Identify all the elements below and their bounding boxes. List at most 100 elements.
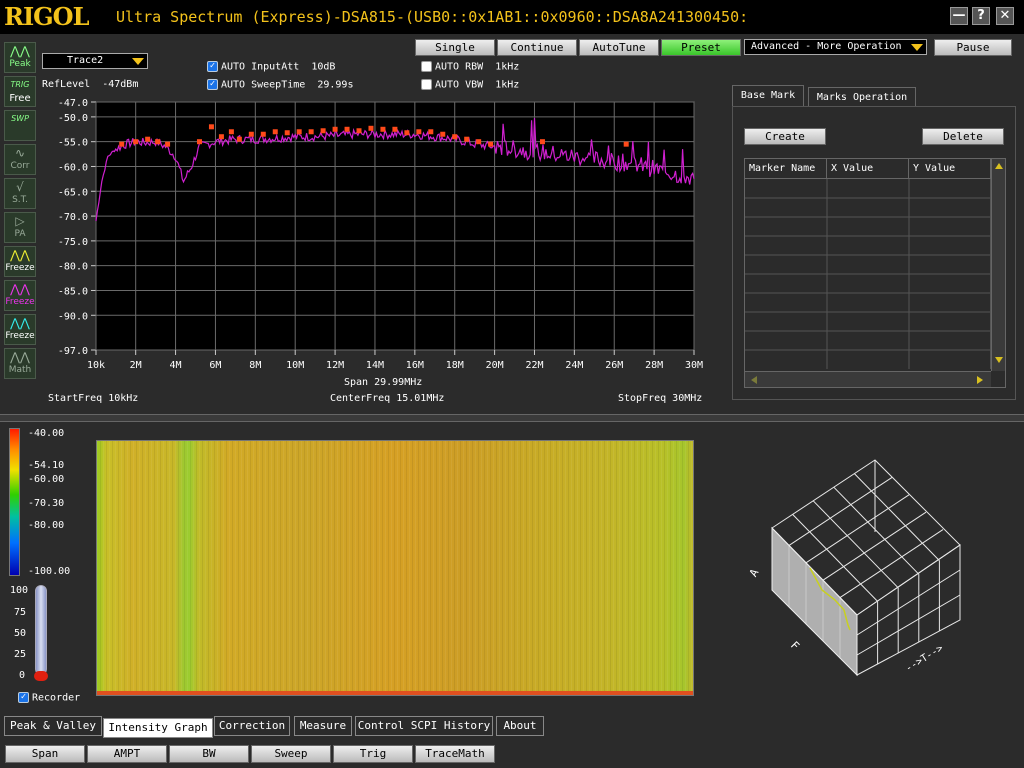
gauge-label: 75 xyxy=(14,607,27,618)
autotune-button[interactable]: AutoTune xyxy=(579,39,659,56)
table-grid xyxy=(745,179,991,369)
peak-marker xyxy=(155,139,161,145)
x-tick-label: 30M xyxy=(685,360,703,371)
peak-marker xyxy=(404,130,410,136)
delete-button[interactable]: Delete xyxy=(922,128,1004,145)
continue-button[interactable]: Continue xyxy=(497,39,577,56)
sidebar-freeze-yellow[interactable]: ⋀⋀ Freeze xyxy=(4,246,36,277)
x-tick-label: 4M xyxy=(170,360,182,371)
tab-about[interactable]: About xyxy=(496,716,544,736)
sidebar-pa[interactable]: ▷ PA xyxy=(4,212,36,243)
splitter[interactable] xyxy=(0,414,1024,422)
sidebar-trig[interactable]: TRIG Free xyxy=(4,76,36,107)
scroll-left-icon[interactable] xyxy=(751,376,757,384)
sidebar-freeze-magenta[interactable]: ⋀⋀ Freeze xyxy=(4,280,36,311)
waterfall-3d-view[interactable]: A F -->T--> xyxy=(740,450,980,690)
gauge-label: 0 xyxy=(19,670,26,681)
cube-axis-f: F xyxy=(788,639,802,653)
sweep-button[interactable]: Sweep xyxy=(251,745,331,763)
col-x-value[interactable]: X Value xyxy=(827,159,909,179)
peak-icon: ⋀⋀ xyxy=(10,44,30,58)
checkbox-icon[interactable]: ✓ xyxy=(207,79,218,90)
input-att-setting[interactable]: ✓ AUTO InputAtt 10dB xyxy=(207,61,335,73)
recorder-gauge[interactable] xyxy=(35,585,47,675)
advanced-dropdown[interactable]: Advanced - More Operation xyxy=(744,39,927,55)
gauge-bulb xyxy=(34,671,48,681)
rigol-logo: RIGOL xyxy=(4,2,89,31)
marker-table[interactable]: Marker Name X Value Y Value xyxy=(744,158,1006,388)
swp-icon: SWP xyxy=(11,114,29,123)
checkbox-icon[interactable] xyxy=(421,79,432,90)
sidebar-swp[interactable]: SWP xyxy=(4,110,36,141)
tab-intensity-graph[interactable]: Intensity Graph xyxy=(103,718,213,738)
tab-control-scpi-history[interactable]: Control SCPI History xyxy=(355,716,493,736)
peak-marker xyxy=(236,136,242,142)
tracemath-button[interactable]: TraceMath xyxy=(415,745,495,763)
col-y-value[interactable]: Y Value xyxy=(909,159,991,179)
span-label: Span 29.99MHz xyxy=(344,377,423,388)
trig-icon: TRIG xyxy=(10,80,30,89)
minimize-button[interactable]: — xyxy=(950,7,968,25)
peak-marker xyxy=(196,139,202,145)
peak-marker xyxy=(308,129,314,135)
trig-button[interactable]: Trig xyxy=(333,745,413,763)
bw-button[interactable]: BW xyxy=(169,745,249,763)
rbw-setting[interactable]: AUTO RBW 1kHz xyxy=(421,61,519,73)
span-button[interactable]: Span xyxy=(5,745,85,763)
peak-marker xyxy=(623,141,629,147)
x-tick-label: 10M xyxy=(286,360,304,371)
checkbox-icon[interactable]: ✓ xyxy=(207,61,218,72)
peak-marker xyxy=(488,141,494,147)
tab-measure[interactable]: Measure xyxy=(294,716,352,736)
peak-marker xyxy=(284,130,290,136)
help-button[interactable]: ? xyxy=(972,7,990,25)
peak-marker xyxy=(133,139,139,145)
spectrum-chart[interactable]: -47.0 -50.0 -55.0 -60.0 -65.0 -70.0 -75.0 -80.0… xyxy=(40,94,720,384)
tab-peak-valley[interactable]: Peak & Valley xyxy=(4,716,102,736)
single-button[interactable]: Single xyxy=(415,39,495,56)
checkbox-icon[interactable] xyxy=(421,61,432,72)
st-icon: √ xyxy=(16,180,24,194)
peak-marker xyxy=(320,128,326,134)
horizontal-scrollbar[interactable] xyxy=(745,371,991,387)
pause-button[interactable]: Pause xyxy=(934,39,1012,56)
sidebar-math[interactable]: ⋀⋀ Math xyxy=(4,348,36,379)
col-marker-name[interactable]: Marker Name xyxy=(745,159,827,179)
peak-marker xyxy=(476,139,482,145)
x-tick-label: 24M xyxy=(565,360,583,371)
recorder-checkbox[interactable]: ✓ Recorder xyxy=(18,692,80,704)
sidebar-corr[interactable]: ∿ Corr xyxy=(4,144,36,175)
create-button[interactable]: Create xyxy=(744,128,826,145)
ampt-button[interactable]: AMPT xyxy=(87,745,167,763)
scale-label: -80.00 xyxy=(28,520,65,531)
close-button[interactable]: ✕ xyxy=(996,7,1014,25)
y-tick-label: -50.0 xyxy=(58,113,88,124)
tab-marks-operation[interactable]: Marks Operation xyxy=(808,87,916,107)
scale-label: -70.30 xyxy=(28,498,65,509)
peak-marker xyxy=(539,139,545,145)
x-tick-label: 14M xyxy=(366,360,384,371)
sidebar-freeze-cyan[interactable]: ⋀⋀ Freeze xyxy=(4,314,36,345)
intensity-graph[interactable] xyxy=(96,440,694,696)
tab-correction[interactable]: Correction xyxy=(214,716,290,736)
sweep-time-setting[interactable]: ✓ AUTO SweepTime 29.99s xyxy=(207,79,353,91)
stopfreq-label: StopFreq 30MHz xyxy=(618,393,703,404)
plot-background xyxy=(95,101,695,351)
trace-dropdown[interactable]: Trace2 xyxy=(42,53,148,69)
vertical-scrollbar[interactable] xyxy=(991,159,1005,371)
peak-marker xyxy=(296,129,302,135)
gauge-label: 50 xyxy=(14,628,27,639)
sidebar-st[interactable]: √ S.T. xyxy=(4,178,36,209)
scroll-up-icon[interactable] xyxy=(995,163,1003,169)
sidebar-peak[interactable]: ⋀⋀ Peak xyxy=(4,42,36,73)
peak-marker xyxy=(332,126,338,132)
freeze-magenta-icon: ⋀⋀ xyxy=(10,282,30,296)
y-tick-label: -75.0 xyxy=(58,237,88,248)
preset-button[interactable]: Preset xyxy=(661,39,741,56)
scroll-down-icon[interactable] xyxy=(995,357,1003,363)
tab-base-mark[interactable]: Base Mark xyxy=(732,85,804,107)
scroll-right-icon[interactable] xyxy=(977,376,983,384)
peak-marker xyxy=(218,134,224,140)
vbw-setting[interactable]: AUTO VBW 1kHz xyxy=(421,79,519,91)
checkbox-icon[interactable]: ✓ xyxy=(18,692,29,703)
